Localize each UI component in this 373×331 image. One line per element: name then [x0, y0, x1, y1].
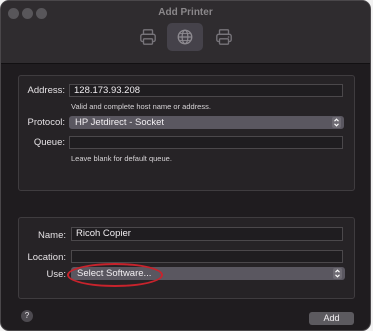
address-field[interactable]: 128.173.93.208 — [69, 84, 343, 97]
tab-windows-printers[interactable] — [206, 23, 242, 51]
chevron-updown-icon — [332, 117, 341, 128]
name-field[interactable]: Ricoh Copier — [71, 227, 343, 241]
titlebar: Add Printer — [1, 1, 370, 64]
queue-label: Queue: — [33, 137, 65, 148]
default-printer-icon — [140, 29, 156, 45]
protocol-label: Protocol: — [27, 117, 66, 128]
queue-field[interactable] — [69, 136, 343, 149]
tab-ip-printers[interactable] — [167, 23, 203, 51]
ip-globe-icon — [177, 29, 193, 45]
protocol-popup[interactable]: HP Jetdirect - Socket — [69, 116, 344, 129]
use-software-popup[interactable]: Select Software... — [71, 267, 345, 280]
address-label: Address: — [27, 85, 66, 96]
add-printer-window: Add Printer Address: 128.173.93.208 Vali… — [0, 0, 371, 331]
tab-default-printers[interactable] — [130, 23, 166, 51]
protocol-value: HP Jetdirect - Socket — [75, 117, 165, 128]
use-software-value: Select Software... — [77, 268, 152, 279]
help-button[interactable]: ? — [21, 310, 33, 322]
window-title: Add Printer — [158, 7, 213, 18]
location-field[interactable] — [71, 250, 343, 263]
windows-printer-icon — [216, 29, 232, 45]
use-label: Use: — [46, 269, 66, 280]
queue-hint: Leave blank for default queue. — [71, 154, 172, 163]
address-hint: Valid and complete host name or address. — [71, 102, 211, 111]
chevron-updown-icon — [333, 268, 342, 279]
location-label: Location: — [27, 252, 66, 263]
name-label: Name: — [38, 230, 66, 241]
add-button[interactable]: Add — [309, 312, 354, 325]
